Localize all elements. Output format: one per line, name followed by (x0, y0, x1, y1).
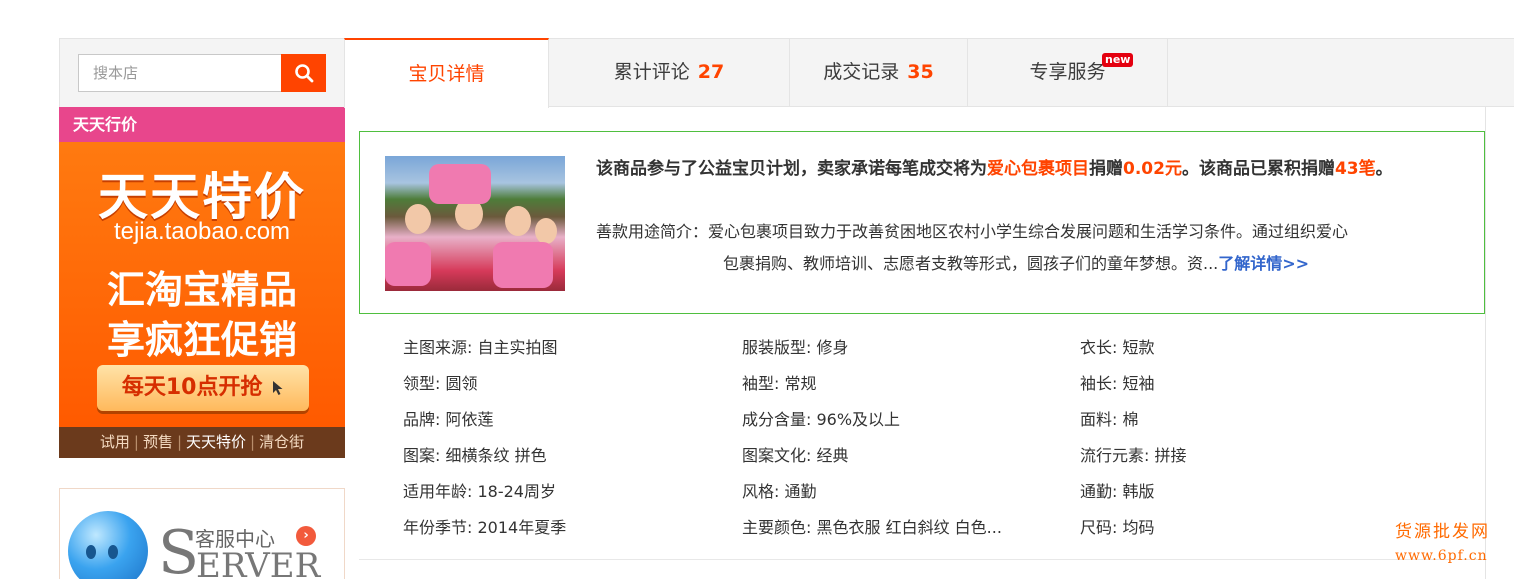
tab-exclusive-service[interactable]: 专享服务 new (968, 38, 1168, 107)
customer-service-panel[interactable]: S ERVER 客服中心 › (59, 488, 345, 579)
banner-url: tejia.taobao.com (113, 218, 291, 245)
attribute-item: 领型: 圆领 (403, 374, 478, 393)
tab-item-details[interactable]: 宝贝详情 (344, 38, 549, 108)
banner-header: 天天行价 (59, 107, 345, 142)
attribute-item: 主图来源: 自主实拍图 (403, 338, 558, 357)
new-badge: new (1102, 53, 1134, 67)
mascot-icon (68, 511, 148, 579)
footer-separator: | (176, 433, 183, 451)
attribute-item: 品牌: 阿依莲 (403, 410, 494, 429)
banner-line-2: 享疯狂促销 (106, 318, 297, 362)
attribute-item: 风格: 通勤 (742, 482, 817, 501)
attribute-item: 年份季节: 2014年夏季 (403, 518, 567, 537)
footer-link-trial[interactable]: 试用 (100, 433, 130, 451)
footer-link-presale[interactable]: 预售 (143, 433, 173, 451)
site-watermark: 货源批发网 www.6pf.cn (1395, 520, 1490, 568)
charity-intro: 善款用途简介：爱心包裹项目致力于改善贫困地区农村小学生综合发展问题和生活学习条件… (596, 216, 1456, 280)
footer-link-clearance[interactable]: 清仓街 (259, 433, 304, 451)
banner-footer-links: 试用 | 预售 | 天天特价 | 清仓街 (59, 427, 345, 458)
content-right-border (1485, 107, 1486, 579)
charity-statement: 该商品参与了公益宝贝计划，卖家承诺每笔成交将为爱心包裹项目捐赠0.02元。该商品… (596, 157, 1456, 181)
attribute-item: 流行元素: 拼接 (1080, 446, 1187, 465)
learn-more-link[interactable]: 了解详情>> (1218, 254, 1309, 273)
charity-photo (385, 156, 565, 291)
detail-tab-bar: 宝贝详情 累计评论 27 成交记录 35 专享服务 new (344, 38, 1514, 108)
attribute-item: 成分含量: 96%及以上 (742, 410, 901, 429)
charity-project: 爱心包裹项目 (987, 159, 1089, 179)
charity-intro-text: 包裹捐购、教师培训、志愿者支教等形式，圆孩子们的童年梦想。资... (723, 254, 1219, 273)
shop-search-box (59, 38, 345, 107)
tab-label: 成交记录 (823, 61, 900, 83)
tab-label: 宝贝详情 (408, 63, 485, 85)
tab-label: 专享服务 (1029, 61, 1106, 83)
charity-text: 。该商品已累积捐赠 (1181, 159, 1335, 179)
server-word-initial: S (158, 518, 199, 579)
attribute-item: 袖长: 短袖 (1080, 374, 1155, 393)
footer-separator: | (133, 433, 139, 451)
attribute-item: 图案: 细横条纹 拼色 (403, 446, 547, 465)
attribute-item: 衣长: 短款 (1080, 338, 1155, 357)
attribute-item: 主要颜色: 黑色衣服 红白斜纹 白色... (742, 518, 1002, 537)
footer-separator: | (250, 433, 256, 451)
charity-text: 该商品参与了公益宝贝计划，卖家承诺每笔成交将为 (596, 159, 987, 179)
banner-cta-button[interactable]: 每天10点开抢 (97, 365, 309, 411)
attribute-item: 面料: 棉 (1080, 410, 1139, 429)
attribute-item: 服装版型: 修身 (742, 338, 849, 357)
tab-transactions[interactable]: 成交记录 35 (790, 38, 968, 107)
search-icon (294, 64, 313, 83)
donation-amount: 0.02元 (1123, 159, 1182, 179)
attribute-item: 适用年龄: 18-24周岁 (403, 482, 556, 501)
watermark-line-2: www.6pf.cn (1395, 548, 1488, 564)
server-word-rest: ERVER (196, 546, 321, 579)
daily-deals-banner[interactable]: 天天行价 天天特价 tejia.taobao.com 汇淘宝精品 享疯狂促销 每… (59, 107, 345, 458)
tab-reviews[interactable]: 累计评论 27 (549, 38, 790, 107)
review-count: 27 (697, 61, 725, 83)
shop-search-input[interactable] (78, 54, 282, 92)
charity-notice: 该商品参与了公益宝贝计划，卖家承诺每笔成交将为爱心包裹项目捐赠0.02元。该商品… (359, 131, 1485, 314)
search-button[interactable] (281, 54, 326, 92)
cursor-icon (273, 381, 283, 395)
service-title: 客服中心 (195, 527, 275, 551)
transaction-count: 35 (907, 61, 934, 83)
attributes-divider (359, 559, 1485, 560)
attribute-item: 图案文化: 经典 (742, 446, 849, 465)
attribute-item: 袖型: 常规 (742, 374, 817, 393)
charity-intro-continued: 包裹捐购、教师培训、志愿者支教等形式，圆孩子们的童年梦想。资...了解详情>> (596, 248, 1456, 280)
tab-label: 累计评论 (613, 61, 690, 83)
chevron-right-icon[interactable]: › (296, 526, 316, 546)
attribute-item: 通勤: 韩版 (1080, 482, 1155, 501)
attribute-item: 尺码: 均码 (1080, 518, 1155, 537)
charity-text: 。 (1375, 159, 1393, 179)
charity-text: 捐赠 (1089, 159, 1123, 179)
banner-cta-label: 每天10点开抢 (121, 375, 263, 400)
footer-link-daily-deals[interactable]: 天天特价 (186, 433, 246, 451)
donation-count: 43笔 (1334, 159, 1376, 179)
banner-line-1: 汇淘宝精品 (106, 268, 297, 312)
charity-intro-lead: 善款用途简介：爱心包裹项目致力于改善贫困地区农村小学生综合发展问题和生活学习条件… (596, 222, 1349, 241)
watermark-line-1: 货源批发网 (1395, 522, 1490, 542)
